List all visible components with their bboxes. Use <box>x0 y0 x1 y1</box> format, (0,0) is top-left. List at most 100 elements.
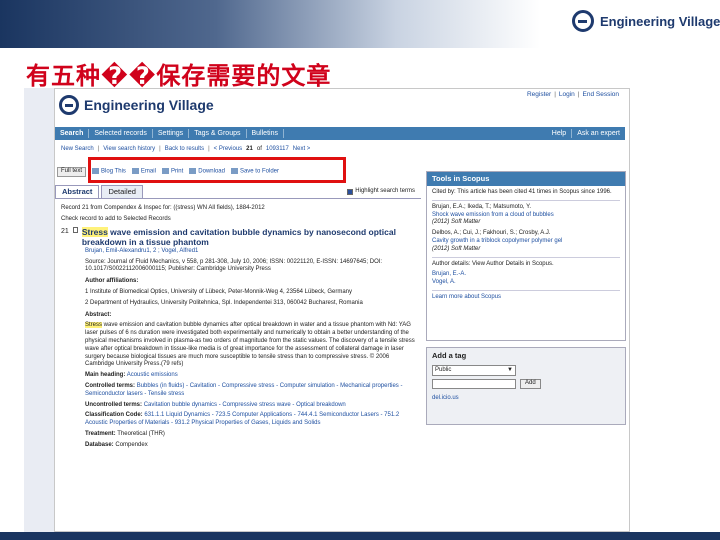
scopus-author-1[interactable]: Brujan, E.-A. <box>432 271 466 277</box>
title-highlight: Stress <box>81 226 108 237</box>
scopus-authors: Brujan, E.-A. Vogel, A. <box>432 271 620 287</box>
ev-logo[interactable]: Engineering Village <box>59 95 214 115</box>
nav-selected-records[interactable]: Selected records <box>89 128 153 139</box>
citing-1-title[interactable]: Shock wave emission from a cloud of bubb… <box>432 212 554 218</box>
record-meta: Record 21 from Compendex & Inspec for: (… <box>61 205 265 211</box>
classification-label: Classification Code: <box>85 412 143 419</box>
nav-search[interactable]: Search <box>55 128 90 139</box>
scopus-divider <box>432 199 620 201</box>
new-search-link[interactable]: New Search <box>61 146 94 154</box>
affiliation-2: 2 Department of Hydraulics, University P… <box>85 299 363 306</box>
nav-settings[interactable]: Settings <box>153 128 190 139</box>
affiliations-label: Author affiliations: <box>85 278 139 285</box>
abstract-body: wave emission and cavitation bubble dyna… <box>85 322 415 368</box>
database-label: Database: <box>85 441 114 448</box>
scopus-title: Tools in Scopus <box>427 172 625 186</box>
record-title-row: 21 Stress wave emission and cavitation b… <box>61 226 417 248</box>
main-heading: Main heading: Acoustic emissions <box>85 372 417 380</box>
engineering-village-screenshot: Engineering Village Register | Login | E… <box>54 88 630 532</box>
register-link[interactable]: Register <box>527 91 551 99</box>
abstract-label: Abstract: <box>85 311 112 318</box>
citing-2-title[interactable]: Cavity growth in a triblock copolymer po… <box>432 238 562 244</box>
tag-visibility-value: Public <box>435 366 452 373</box>
tag-visibility-select[interactable]: Public ▼ <box>432 364 516 376</box>
ev-logo-icon <box>59 95 79 115</box>
uncontrolled-terms-links[interactable]: Cavitation bubble dynamics - Compressive… <box>144 402 346 408</box>
nav-help[interactable]: Help <box>547 128 573 139</box>
record-source: Source: Journal of Fluid Mechanics, v 55… <box>85 258 383 273</box>
record-total[interactable]: 1093117 <box>266 146 289 154</box>
ev-logo-text: Engineering Village <box>84 96 214 113</box>
delicious-link[interactable]: del.icio.us <box>432 395 620 403</box>
add-tag-button[interactable]: Add <box>520 378 541 389</box>
slide-footer-bar <box>0 532 720 540</box>
add-tag-title: Add a tag <box>432 351 467 360</box>
ev-header: Engineering Village Register | Login | E… <box>55 89 629 127</box>
citing-2-authors: Delbos, A.; Cui, J.; Fakhouri, S.; Crosb… <box>432 230 551 237</box>
next-link[interactable]: Next > <box>293 146 311 154</box>
controlled-terms-label: Controlled terms: <box>85 383 136 389</box>
add-tag-panel: Add a tag Public ▼ Add del.icio.us <box>426 347 626 425</box>
nav-ask-expert[interactable]: Ask an expert <box>572 129 625 138</box>
citing-1-source: (2012) Soft Matter <box>432 219 481 226</box>
tab-abstract[interactable]: Abstract <box>55 185 100 198</box>
main-heading-label: Main heading: <box>85 372 126 379</box>
title-rest: wave emission and cavitation bubble dyna… <box>81 226 396 248</box>
tab-detailed[interactable]: Detailed <box>101 185 143 198</box>
account-links: Register | Login | End Session <box>526 91 620 99</box>
nav-bulletins[interactable]: Bulletins <box>247 128 284 139</box>
uncontrolled-terms-label: Uncontrolled terms: <box>85 401 143 408</box>
treatment: Treatment: Theoretical (THR) <box>85 431 417 439</box>
previous-link[interactable]: < Previous <box>214 146 243 154</box>
learn-more-scopus[interactable]: Learn more about Scopus <box>432 294 620 302</box>
database-value: Compendex <box>115 441 148 448</box>
scopus-author-2[interactable]: Vogel, A. <box>432 279 456 285</box>
affiliation-1: 1 Institute of Biomedical Optics, Univer… <box>85 289 353 296</box>
highlight-label: Highlight search terms <box>355 188 415 194</box>
controlled-terms: Controlled terms: Bubbles (in fluids) - … <box>85 383 417 399</box>
main-heading-link[interactable]: Acoustic emissions <box>127 372 178 378</box>
uncontrolled-terms: Uncontrolled terms: Cavitation bubble dy… <box>85 402 417 410</box>
record-number: 21 <box>61 227 69 235</box>
scopus-divider <box>432 289 620 291</box>
full-text-button[interactable]: Full text <box>57 167 87 177</box>
record-of: of <box>256 146 262 152</box>
slide-left-bar <box>24 88 54 535</box>
abstract-highlight: Stress <box>85 322 103 329</box>
classification-code: Classification Code: 631.1.1 Liquid Dyna… <box>85 412 417 428</box>
citing-article-1: Brujan, E.A.; Ikeda, T.; Matsumoto, Y. S… <box>432 204 620 227</box>
chevron-down-icon: ▼ <box>507 366 513 373</box>
slide-title: 有五种��保存需要的文章 <box>26 62 332 90</box>
citing-2-source: (2012) Soft Matter <box>432 245 481 252</box>
author-details[interactable]: Author details: View Author Details in S… <box>432 261 620 269</box>
treatment-label: Treatment: <box>85 430 116 437</box>
citing-article-2: Delbos, A.; Cui, J.; Fakhouri, S.; Crosb… <box>432 230 620 253</box>
record-authors[interactable]: Brujan, Emil-Alexandru1, 2 ; Vogel, Alfr… <box>85 248 417 256</box>
citing-1-authors: Brujan, E.A.; Ikeda, T.; Matsumoto, Y. <box>432 203 532 210</box>
cited-by: Cited by: This article has been cited 41… <box>432 189 612 195</box>
record-title: Stress wave emission and cavitation bubb… <box>81 226 417 248</box>
slide-logo-text: Engineering Village <box>600 13 720 29</box>
database: Database: Compendex <box>85 442 417 450</box>
record-select-checkbox[interactable] <box>72 226 78 233</box>
scopus-tools-panel: Tools in Scopus Cited by: This article h… <box>426 171 626 341</box>
scopus-divider <box>432 256 620 258</box>
record-tabs: Abstract Detailed Highlight search terms <box>55 185 421 199</box>
nav-tags-groups[interactable]: Tags & Groups <box>189 128 247 139</box>
highlight-checkbox[interactable] <box>347 188 354 195</box>
check-hint: Check record to add to Selected Records <box>61 215 171 222</box>
abstract-text: Stress wave emission and cavitation bubb… <box>85 322 417 369</box>
end-session-link[interactable]: End Session <box>583 91 620 99</box>
treatment-value: Theoretical (THR) <box>117 430 165 437</box>
engineering-village-logo-icon <box>572 10 594 32</box>
results-navigation: New Search | View search history | Back … <box>61 146 311 154</box>
record-position: 21 <box>246 146 253 152</box>
main-nav: Search Selected records Settings Tags & … <box>55 127 625 140</box>
view-history-link[interactable]: View search history <box>103 146 155 154</box>
slide-logo: Engineering Village <box>572 10 720 32</box>
login-link[interactable]: Login <box>559 91 575 99</box>
record-abstract: Record 21 from Compendex & Inspec for: (… <box>61 205 417 453</box>
tag-input[interactable] <box>432 378 516 389</box>
highlight-terms-toggle[interactable]: Highlight search terms <box>347 188 415 196</box>
back-to-results-link[interactable]: Back to results <box>165 146 204 154</box>
